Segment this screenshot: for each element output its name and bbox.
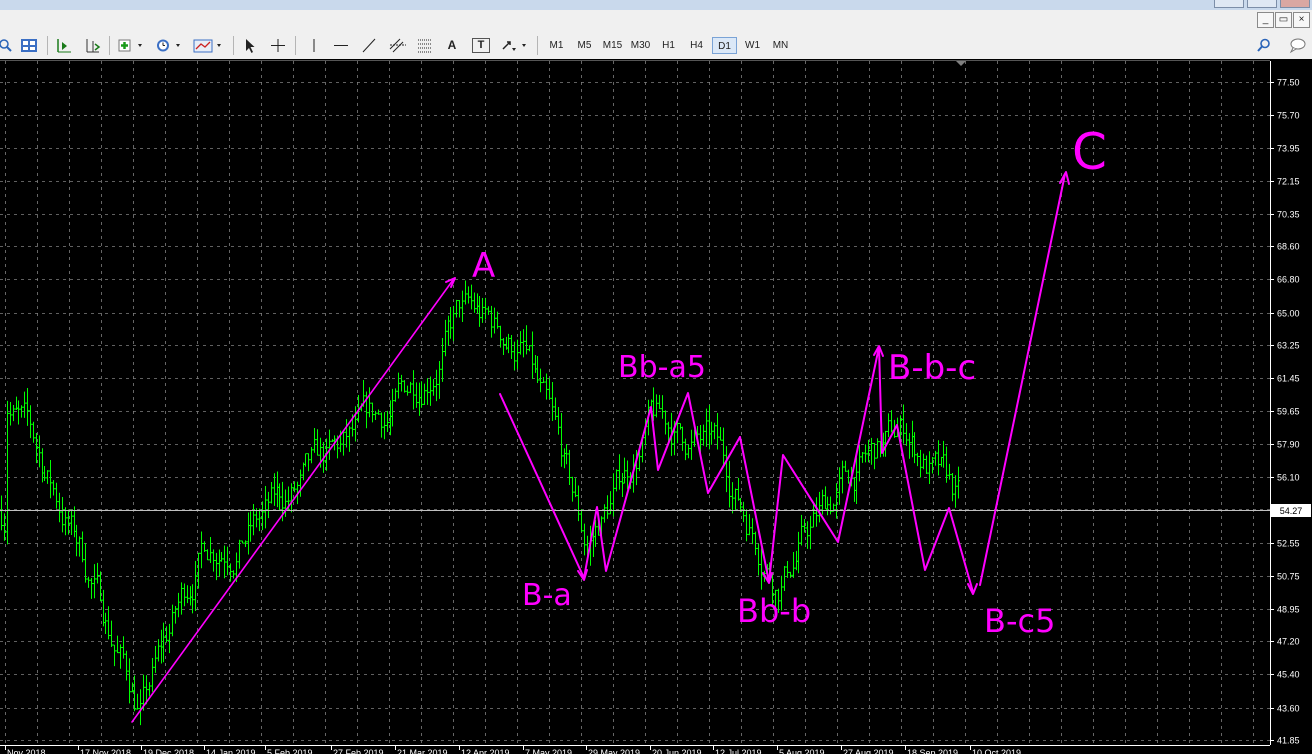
y-tick-label: 50.75 [1277,572,1300,582]
app-close-button[interactable] [1280,0,1310,8]
y-tick-label: 57.90 [1277,440,1300,450]
y-tick-label: 65.00 [1277,309,1300,319]
y-tick-label: 41.85 [1277,736,1300,746]
timeframe-m1[interactable]: M1 [544,37,569,54]
templates-icon[interactable] [193,37,225,54]
app-minimize-button[interactable] [1214,0,1244,8]
y-tick-label: 47.20 [1277,637,1300,647]
y-tick-label: 61.45 [1277,374,1300,384]
horizontal-line-icon[interactable] [333,37,349,54]
price-chart[interactable]: 77.50 75.70 73.95 72.15 70.35 68.60 66.80 65.00… [0,59,1312,754]
mdi-bar: _ ▭ × [0,10,1312,32]
toolbar-separator [109,36,110,55]
timeframe-h4[interactable]: H4 [684,37,709,54]
y-tick-label: 52.55 [1277,539,1300,549]
toolbar-separator [233,36,234,55]
tile-windows-icon[interactable] [20,37,38,54]
x-tick-label: 5 Feb 2019 [267,748,313,754]
svg-text:54.27: 54.27 [1280,506,1303,516]
arrows-dropdown-icon[interactable] [500,37,530,54]
label-bb-b: Bb-b [737,592,811,630]
x-tick-label: 10 Oct 2019 [972,748,1021,754]
crosshair-icon[interactable] [270,37,286,54]
x-tick-label: 27 Feb 2019 [333,748,384,754]
x-tick-label: 19 Dec 2018 [143,748,194,754]
autoscroll-icon[interactable] [83,37,101,54]
timeframe-d1[interactable]: D1 [712,37,737,54]
app-maximize-button[interactable] [1247,0,1277,8]
y-tick-label: 75.70 [1277,111,1300,121]
toolbar-separator [47,36,48,55]
current-price-label: 54.27 [1271,504,1311,517]
y-tick-label: 56.10 [1277,473,1300,483]
timeframe-h1[interactable]: H1 [656,37,681,54]
chart-minimize-button[interactable]: _ [1257,12,1274,28]
y-tick-label: 59.65 [1277,407,1300,417]
x-tick-label: 27 Aug 2019 [843,748,894,754]
label-b-c5: B-c5 [984,602,1055,640]
chart-close-button[interactable]: × [1293,12,1310,28]
y-tick-label: 48.95 [1277,605,1300,615]
equidistant-channel-icon[interactable] [388,37,408,54]
zoom-icon[interactable] [0,37,12,54]
chat-icon[interactable] [1288,37,1306,54]
indicators-icon[interactable] [117,37,147,54]
vertical-line-icon[interactable] [306,37,322,54]
y-tick-label: 66.80 [1277,275,1300,285]
toolbar-separator [295,36,296,55]
window-title-bar [0,0,1312,10]
label-b-b-c: B-b-c [888,348,976,388]
label-b-a: B-a [522,578,572,613]
x-tick-label: 7 May 2019 [525,748,572,754]
text-tool-button[interactable]: A [444,37,460,54]
label-a: A [472,246,495,286]
search-icon[interactable] [1256,37,1272,54]
y-tick-label: 43.60 [1277,704,1300,714]
x-tick-label: 21 Mar 2019 [397,748,448,754]
label-c: C [1072,123,1107,181]
y-tick-label: 70.35 [1277,210,1300,220]
y-tick-label: 77.50 [1277,78,1300,88]
y-tick-label: 45.40 [1277,670,1300,680]
label-bb-a5: Bb-a5 [618,350,706,385]
y-tick-label: 72.15 [1277,177,1300,187]
trend-line-icon[interactable] [361,37,377,54]
text-label-tool-button[interactable]: T [472,38,490,53]
x-tick-label: 12 Jul 2019 [715,748,762,754]
chart-shift-icon[interactable] [55,37,73,54]
x-tick-label: 18 Sep 2019 [907,748,958,754]
timeframe-m15[interactable]: M15 [600,37,625,54]
periods-clock-icon[interactable] [155,37,185,54]
timeframe-mn[interactable]: MN [768,37,793,54]
x-tick-label: Nov 2018 [7,748,46,754]
toolbar-separator [537,36,538,55]
y-tick-label: 73.95 [1277,144,1300,154]
x-tick-label: 29 May 2019 [588,748,640,754]
x-tick-label: 12 Apr 2019 [461,748,510,754]
y-tick-label: 63.25 [1277,341,1300,351]
cursor-arrow-icon[interactable] [242,37,258,54]
timeframe-w1[interactable]: W1 [740,37,765,54]
chart-restore-button[interactable]: ▭ [1275,12,1292,28]
x-tick-label: 5 Aug 2019 [779,748,825,754]
x-tick-label: 17 Nov 2018 [80,748,131,754]
timeframe-m30[interactable]: M30 [628,37,653,54]
fibonacci-icon[interactable] [416,37,436,54]
y-tick-label: 68.60 [1277,242,1300,252]
timeframe-m5[interactable]: M5 [572,37,597,54]
chart-toolbar: A T M1 M5 M15 M30 H1 H4 D1 W1 MN [0,32,1312,60]
x-tick-label: 14 Jan 2019 [206,748,256,754]
x-tick-label: 20 Jun 2019 [652,748,702,754]
